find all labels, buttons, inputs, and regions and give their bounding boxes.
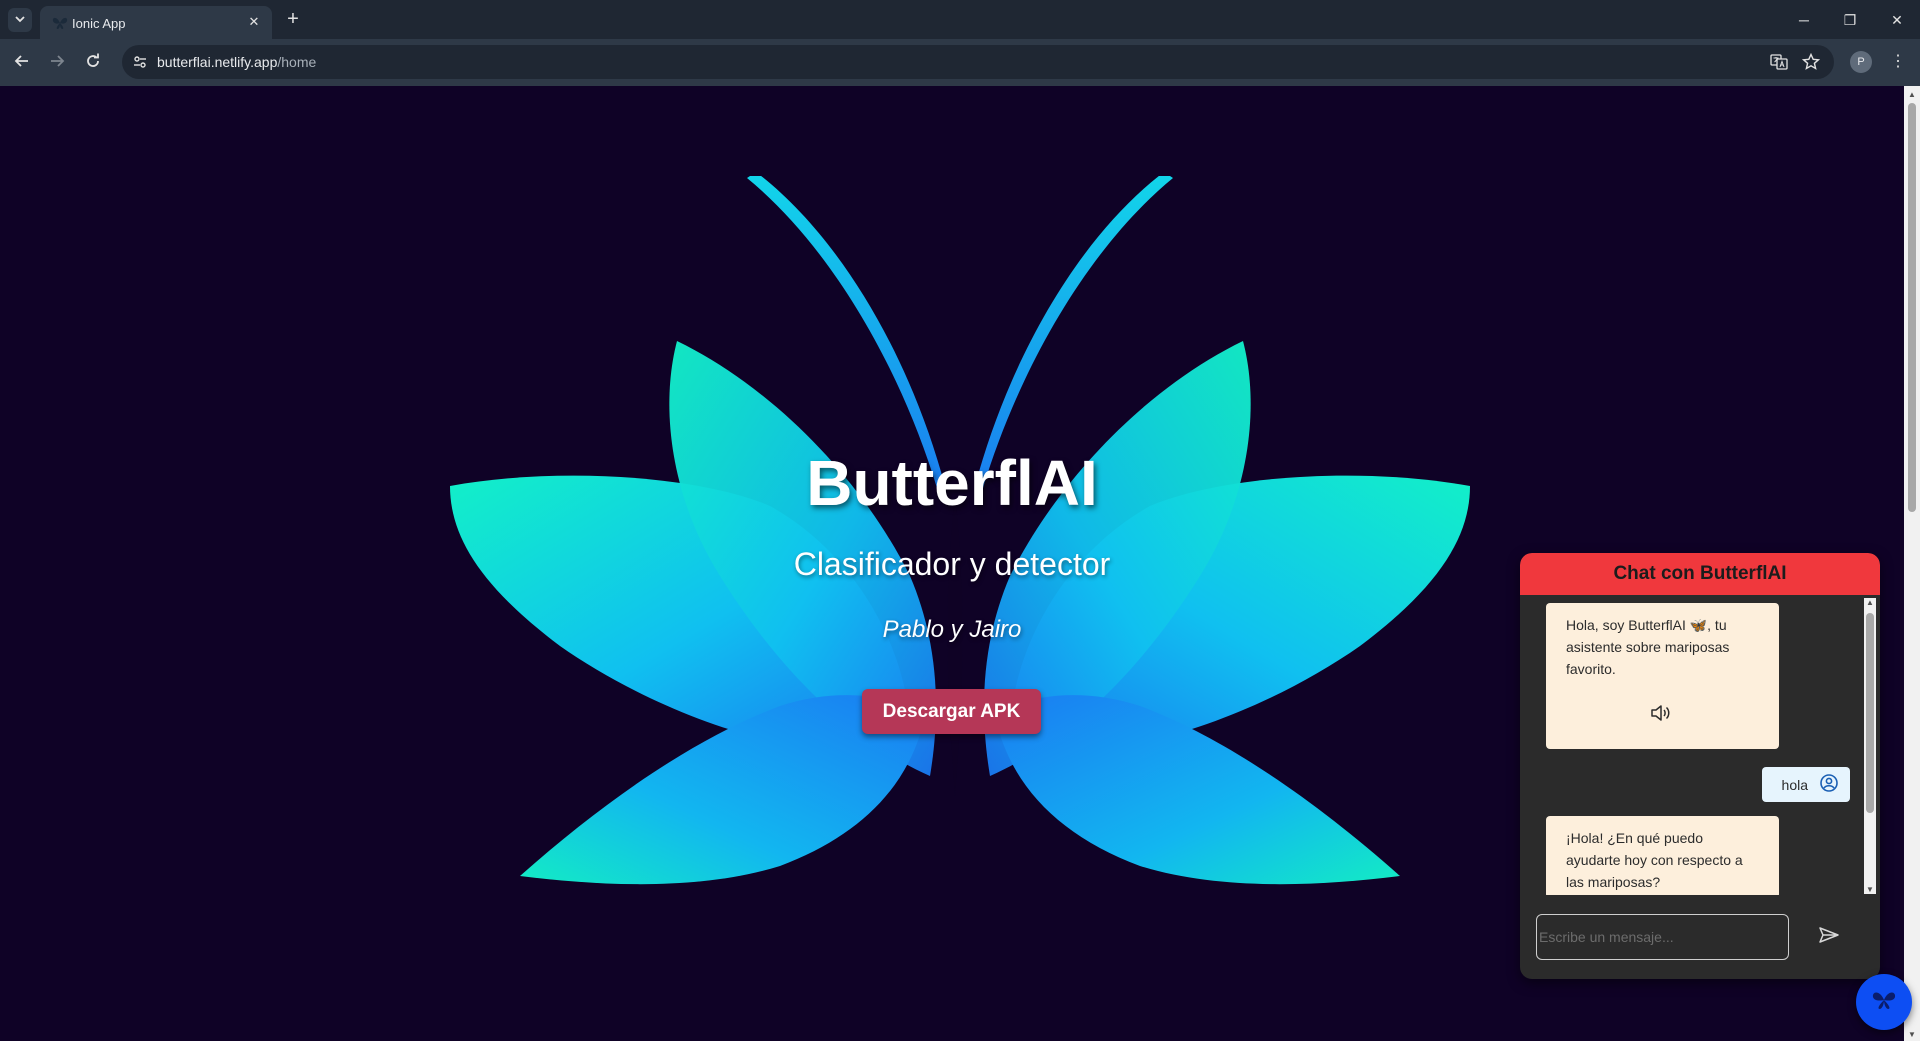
tab-title: Ionic App (72, 16, 126, 31)
butterfly-favicon-icon (52, 16, 68, 30)
bot-message: Hola, soy ButterflAI 🦋, tu asistente sob… (1546, 603, 1779, 749)
browser-toolbar: butterflai.netlify.app/home P ⋮ (0, 39, 1920, 86)
browser-tab[interactable]: Ionic App ✕ (40, 6, 272, 39)
chat-toggle-button[interactable] (1856, 974, 1912, 1030)
chevron-down-icon (15, 14, 25, 27)
chat-panel: Chat con ButterflAI Hola, soy ButterflAI… (1520, 553, 1880, 979)
chat-scrollbar[interactable]: ▲ ▼ (1864, 598, 1876, 894)
window-minimize-button[interactable]: ─ (1781, 6, 1827, 34)
url-host: butterflai.netlify.app (157, 54, 278, 70)
chat-message-input[interactable] (1536, 914, 1789, 960)
bot-message: ¡Hola! ¿En qué puedo ayudarte hoy con re… (1546, 816, 1779, 895)
browser-menu-button[interactable]: ⋮ (1886, 49, 1910, 75)
chat-scroll-down-icon[interactable]: ▼ (1866, 885, 1874, 894)
url-text: butterflai.netlify.app/home (157, 54, 316, 70)
page-scrollbar[interactable]: ▲ ▼ (1904, 86, 1920, 1041)
chat-messages[interactable]: Hola, soy ButterflAI 🦋, tu asistente sob… (1520, 595, 1866, 895)
page-scrollbar-thumb[interactable] (1908, 103, 1916, 512)
browser-tab-strip: Ionic App ✕ + ─ ❐ ✕ (0, 0, 1920, 39)
scroll-up-icon[interactable]: ▲ (1908, 90, 1916, 99)
send-button[interactable] (1816, 925, 1842, 949)
bot-message-text: ¡Hola! ¿En qué puedo ayudarte hoy con re… (1566, 830, 1743, 890)
profile-avatar[interactable]: P (1850, 51, 1872, 73)
back-button[interactable] (8, 49, 36, 77)
bot-message-text: Hola, soy ButterflAI 🦋, tu asistente sob… (1566, 617, 1730, 677)
speaker-icon[interactable] (1650, 703, 1672, 723)
tune-icon[interactable] (130, 52, 150, 72)
arrow-left-icon (14, 53, 30, 74)
tab-search-button[interactable] (8, 8, 32, 32)
translate-icon[interactable] (1769, 52, 1789, 72)
send-icon (1818, 926, 1840, 949)
window-restore-button[interactable]: ❐ (1827, 6, 1873, 34)
download-apk-button[interactable]: Descargar APK (862, 689, 1041, 734)
scroll-down-icon[interactable]: ▼ (1908, 1030, 1916, 1039)
tab-close-icon[interactable]: ✕ (244, 12, 264, 32)
user-message: hola (1761, 767, 1850, 802)
butterfly-icon (1871, 989, 1897, 1016)
forward-button[interactable] (43, 49, 71, 77)
reload-icon (85, 53, 101, 74)
user-message-text: hola (1781, 776, 1808, 793)
star-icon[interactable] (1801, 52, 1821, 72)
page-title: ButterflAI (806, 447, 1098, 519)
url-path: /home (277, 54, 317, 70)
reload-button[interactable] (79, 49, 107, 77)
user-circle-icon (1820, 774, 1838, 795)
chat-scroll-up-icon[interactable]: ▲ (1866, 598, 1874, 607)
window-close-button[interactable]: ✕ (1874, 6, 1920, 34)
new-tab-button[interactable]: + (281, 8, 305, 32)
arrow-right-icon (49, 53, 65, 74)
address-bar[interactable]: butterflai.netlify.app/home (122, 45, 1834, 79)
chat-scrollbar-thumb[interactable] (1866, 613, 1874, 813)
chat-header: Chat con ButterflAI (1520, 553, 1880, 595)
